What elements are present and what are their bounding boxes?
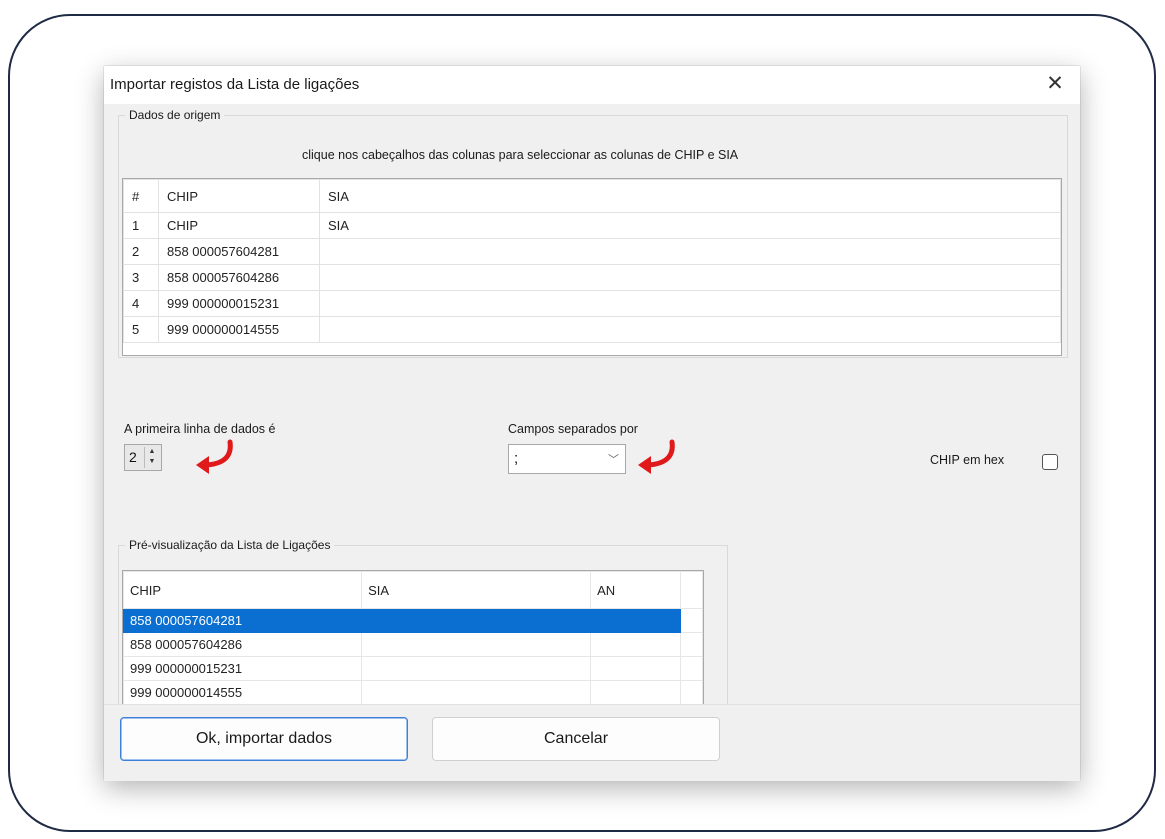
table-row: 4 999 000000015231	[123, 290, 1061, 317]
table-row[interactable]: 858 000057604281	[122, 608, 704, 633]
separator-select[interactable]: ; ﹀	[508, 444, 626, 474]
column-select-hint: clique nos cabeçalhos das colunas para s…	[302, 148, 739, 162]
chevron-down-icon: ﹀	[608, 454, 619, 466]
source-data-legend: Dados de origem	[129, 108, 221, 122]
cell-chip: 858 000057604281	[158, 238, 320, 265]
cell-chip: 858 000057604286	[158, 264, 320, 291]
source-table: # CHIP SIA 1 CHIP SIA 2 858 000057604281…	[123, 179, 1061, 343]
row-index: 5	[123, 316, 159, 343]
cell-an	[590, 608, 681, 633]
cell-sia	[319, 238, 1061, 265]
table-row: 3 858 000057604286	[123, 264, 1061, 291]
row-index: 1	[123, 212, 159, 239]
cell-sia: SIA	[319, 212, 1061, 239]
dialog-content: Dados de origem clique nos cabeçalhos da…	[104, 104, 1080, 736]
ok-import-button[interactable]: Ok, importar dados	[120, 717, 408, 761]
col-header-sia[interactable]: SIA	[361, 571, 592, 609]
row-filler	[679, 608, 704, 633]
cell-chip: 999 000000014555	[122, 680, 363, 705]
first-line-label: A primeira linha de dados é	[124, 422, 276, 436]
table-row: 2 858 000057604281	[123, 238, 1061, 265]
preview-header-row: CHIP SIA AN	[122, 571, 704, 609]
row-index: 2	[123, 238, 159, 265]
col-header-index[interactable]: #	[123, 179, 159, 213]
spinner-buttons[interactable]: ▲ ▼	[144, 447, 159, 468]
annotation-arrow-icon	[196, 439, 233, 474]
row-filler	[679, 632, 704, 657]
cell-chip: CHIP	[158, 212, 320, 239]
cell-sia	[361, 608, 592, 633]
cell-sia	[361, 680, 592, 705]
dialog-title: Importar registos da Lista de ligações	[110, 76, 360, 93]
cell-chip: 858 000057604286	[122, 632, 363, 657]
preview-legend: Pré-visualização da Lista de Ligações	[129, 538, 331, 552]
first-line-spinner[interactable]: 2 ▲ ▼	[124, 444, 162, 471]
cell-sia	[361, 632, 592, 657]
table-row[interactable]: 999 000000015231	[122, 656, 704, 681]
chip-hex-label: CHIP em hex	[930, 453, 1005, 467]
row-index: 3	[123, 264, 159, 291]
col-header-chip[interactable]: CHIP	[158, 179, 320, 213]
table-row: 1 CHIP SIA	[123, 212, 1061, 239]
cell-sia	[319, 316, 1061, 343]
row-filler	[679, 680, 704, 705]
cell-an	[590, 656, 681, 681]
cell-chip: 999 000000015231	[158, 290, 320, 317]
cell-chip: 999 000000015231	[122, 656, 363, 681]
import-dialog: Importar registos da Lista de ligações ✕…	[104, 66, 1080, 781]
col-header-an[interactable]: AN	[590, 571, 681, 609]
col-header-chip[interactable]: CHIP	[122, 571, 363, 609]
spin-up-icon[interactable]: ▲	[145, 447, 159, 457]
annotation-arrow-icon	[638, 439, 675, 474]
chip-hex-checkbox[interactable]	[1042, 454, 1058, 470]
col-header-sia[interactable]: SIA	[319, 179, 1061, 213]
preview-grid: CHIP SIA AN 858 000057604281 858 0000576…	[122, 570, 704, 729]
row-filler	[679, 656, 704, 681]
source-header-row: # CHIP SIA	[123, 179, 1061, 213]
cell-chip: 858 000057604281	[122, 608, 363, 633]
cell-sia	[319, 290, 1061, 317]
cell-an	[590, 632, 681, 657]
separator-label: Campos separados por	[508, 422, 638, 436]
first-line-value: 2	[129, 449, 137, 465]
separator-value: ;	[514, 450, 519, 467]
source-grid: # CHIP SIA 1 CHIP SIA 2 858 000057604281…	[122, 178, 1062, 356]
cell-chip: 999 000000014555	[158, 316, 320, 343]
table-row[interactable]: 999 000000014555	[122, 680, 704, 705]
title-bar: Importar registos da Lista de ligações ✕	[104, 66, 1080, 104]
dialog-footer: Ok, importar dados Cancelar	[104, 704, 1080, 781]
close-icon[interactable]: ✕	[1038, 68, 1072, 100]
cell-sia	[361, 656, 592, 681]
header-filler	[679, 571, 704, 609]
cell-an	[590, 680, 681, 705]
table-row: 5 999 000000014555	[123, 316, 1061, 343]
table-row[interactable]: 858 000057604286	[122, 632, 704, 657]
cancel-button[interactable]: Cancelar	[432, 717, 720, 761]
row-index: 4	[123, 290, 159, 317]
spin-down-icon[interactable]: ▼	[145, 457, 159, 467]
cell-sia	[319, 264, 1061, 291]
